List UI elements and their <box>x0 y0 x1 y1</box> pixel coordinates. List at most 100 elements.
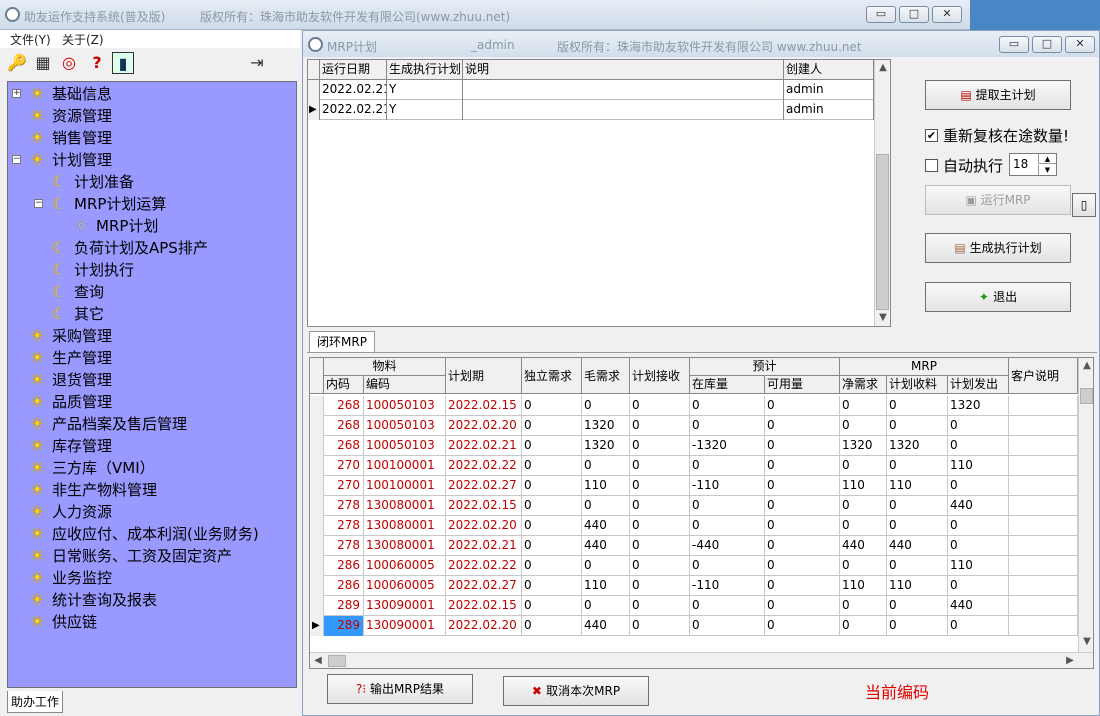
group-header-forecast[interactable]: 预计 <box>690 358 840 376</box>
cell-gross[interactable]: 110 <box>582 576 630 596</box>
spin-up-icon[interactable]: ▲ <box>1038 154 1056 164</box>
col-period[interactable]: 计划期 <box>446 358 522 394</box>
cell-code[interactable]: 130090001 <box>364 596 446 616</box>
minimize-button[interactable]: ▭ <box>866 6 896 23</box>
cell-on-hand[interactable]: -1320 <box>690 436 765 456</box>
cell-gross[interactable]: 0 <box>582 596 630 616</box>
col-gen-exec-plan[interactable]: 生成执行计划 <box>387 60 463 80</box>
auto-execute-checkbox[interactable] <box>925 159 938 172</box>
nav-item[interactable]: ☼ MRP计划 <box>8 215 296 237</box>
cell-plan-release[interactable]: 440 <box>948 596 1009 616</box>
cell-gross[interactable]: 0 <box>582 556 630 576</box>
nav-item[interactable]: ☾ 其它 <box>8 303 296 325</box>
cell-planned-receipt[interactable]: 0 <box>630 576 690 596</box>
cell-gross[interactable]: 0 <box>582 456 630 476</box>
cell-remark[interactable] <box>1009 576 1078 596</box>
collapse-icon[interactable]: − <box>34 199 43 208</box>
nav-item[interactable]: + ☀ 基础信息 <box>8 83 296 105</box>
cell-available[interactable]: 0 <box>765 396 840 416</box>
phone-icon[interactable]: ▮ <box>112 52 134 74</box>
cell-code[interactable]: 130080001 <box>364 496 446 516</box>
col-plan-release[interactable]: 计划发出 <box>948 376 1009 394</box>
nav-item[interactable]: ☾ 计划执行 <box>8 259 296 281</box>
cell-plan-receive[interactable]: 1320 <box>887 436 948 456</box>
tab-closed-loop-mrp[interactable]: 闭环MRP <box>309 331 375 353</box>
cell-independent[interactable]: 0 <box>522 436 582 456</box>
nav-item[interactable]: ☀ 资源管理 <box>8 105 296 127</box>
run-grid-scrollbar[interactable]: ▲ ▼ <box>874 60 890 326</box>
spin-down-icon[interactable]: ▼ <box>1038 165 1056 175</box>
cell-period[interactable]: 2022.02.27 <box>446 476 522 496</box>
tab-work-desk[interactable]: 助办工作 <box>7 691 63 713</box>
table-row[interactable]: 289 130090001 2022.02.15 0 0 0 0 0 0 0 440 <box>310 596 1078 616</box>
cell-independent[interactable]: 0 <box>522 496 582 516</box>
cell-plan-release[interactable]: 0 <box>948 616 1009 636</box>
col-note[interactable]: 说明 <box>463 60 784 80</box>
cancel-mrp-button[interactable]: ✖ 取消本次MRP <box>503 676 649 706</box>
col-customer-remark[interactable]: 客户说明 <box>1009 358 1078 394</box>
cell-on-hand[interactable]: -110 <box>690 476 765 496</box>
mrp-close-button[interactable]: ✕ <box>1065 36 1095 53</box>
cell-planned-receipt[interactable]: 0 <box>630 476 690 496</box>
cell-net[interactable]: 0 <box>840 556 887 576</box>
cell-planned-receipt[interactable]: 0 <box>630 596 690 616</box>
run-grid-row[interactable]: ▶ 2022.02.21 Y admin <box>308 100 874 120</box>
cell-gross[interactable]: 440 <box>582 516 630 536</box>
cell-inner-code[interactable]: 268 <box>324 416 364 436</box>
cell-planned-receipt[interactable]: 0 <box>630 536 690 556</box>
cell-note[interactable] <box>463 80 784 100</box>
cell-independent[interactable]: 0 <box>522 516 582 536</box>
scroll-thumb[interactable] <box>1080 388 1093 404</box>
cell-gross[interactable]: 0 <box>582 496 630 516</box>
cell-on-hand[interactable]: 0 <box>690 556 765 576</box>
cell-on-hand[interactable]: 0 <box>690 616 765 636</box>
nav-item[interactable]: ☀ 销售管理 <box>8 127 296 149</box>
cell-available[interactable]: 0 <box>765 616 840 636</box>
mrp-minimize-button[interactable]: ▭ <box>999 36 1029 53</box>
cell-planned-receipt[interactable]: 0 <box>630 456 690 476</box>
cell-available[interactable]: 0 <box>765 496 840 516</box>
cell-plan-release[interactable]: 1320 <box>948 396 1009 416</box>
cell-code[interactable]: 130080001 <box>364 516 446 536</box>
exit-button[interactable]: ✦ 退出 <box>925 282 1071 312</box>
nav-item[interactable]: − ☾ MRP计划运算 <box>8 193 296 215</box>
hscroll-thumb[interactable] <box>328 655 346 667</box>
cell-period[interactable]: 2022.02.22 <box>446 556 522 576</box>
cell-remark[interactable] <box>1009 416 1078 436</box>
cell-net[interactable]: 0 <box>840 496 887 516</box>
cell-period[interactable]: 2022.02.21 <box>446 436 522 456</box>
nav-item[interactable]: ☀ 应收应付、成本利润(业务财务) <box>8 523 296 545</box>
cell-code[interactable]: 100060005 <box>364 556 446 576</box>
table-row[interactable]: ▶ 289 130090001 2022.02.20 0 440 0 0 0 0 0 0 <box>310 616 1078 636</box>
scroll-up-icon[interactable]: ▲ <box>875 60 890 76</box>
cell-available[interactable]: 0 <box>765 456 840 476</box>
mrp-run-grid[interactable]: 运行日期 生成执行计划 说明 创建人 2022.02.21 Y admin ▶ … <box>307 59 891 327</box>
cell-independent[interactable]: 0 <box>522 616 582 636</box>
key-icon[interactable]: 🔑 <box>6 52 28 74</box>
col-planned-receipt[interactable]: 计划接收 <box>630 358 690 394</box>
cell-inner-code[interactable]: 268 <box>324 396 364 416</box>
recheck-in-transit-checkbox[interactable]: ✔ <box>925 129 938 142</box>
auto-execute-value[interactable]: 18 <box>1013 157 1028 171</box>
close-button[interactable]: ✕ <box>932 6 962 23</box>
cell-net[interactable]: 0 <box>840 396 887 416</box>
col-on-hand[interactable]: 在库量 <box>690 376 765 394</box>
cell-period[interactable]: 2022.02.15 <box>446 396 522 416</box>
mrp-log-button[interactable]: ▯ <box>1072 193 1096 217</box>
table-row[interactable]: 270 100100001 2022.02.22 0 0 0 0 0 0 0 110 <box>310 456 1078 476</box>
cell-remark[interactable] <box>1009 396 1078 416</box>
cell-remark[interactable] <box>1009 496 1078 516</box>
cell-planned-receipt[interactable]: 0 <box>630 416 690 436</box>
cell-inner-code[interactable]: 278 <box>324 536 364 556</box>
cell-inner-code[interactable]: 270 <box>324 456 364 476</box>
table-row[interactable]: 286 100060005 2022.02.22 0 0 0 0 0 0 0 110 <box>310 556 1078 576</box>
cell-inner-code[interactable]: 278 <box>324 496 364 516</box>
cell-plan-release[interactable]: 440 <box>948 496 1009 516</box>
cell-on-hand[interactable]: 0 <box>690 516 765 536</box>
cell-gen-exec-plan[interactable]: Y <box>387 100 463 120</box>
cell-available[interactable]: 0 <box>765 536 840 556</box>
cell-code[interactable]: 100100001 <box>364 456 446 476</box>
cell-plan-receive[interactable]: 110 <box>887 476 948 496</box>
scroll-thumb[interactable] <box>876 154 889 310</box>
col-plan-receive[interactable]: 计划收料 <box>887 376 948 394</box>
